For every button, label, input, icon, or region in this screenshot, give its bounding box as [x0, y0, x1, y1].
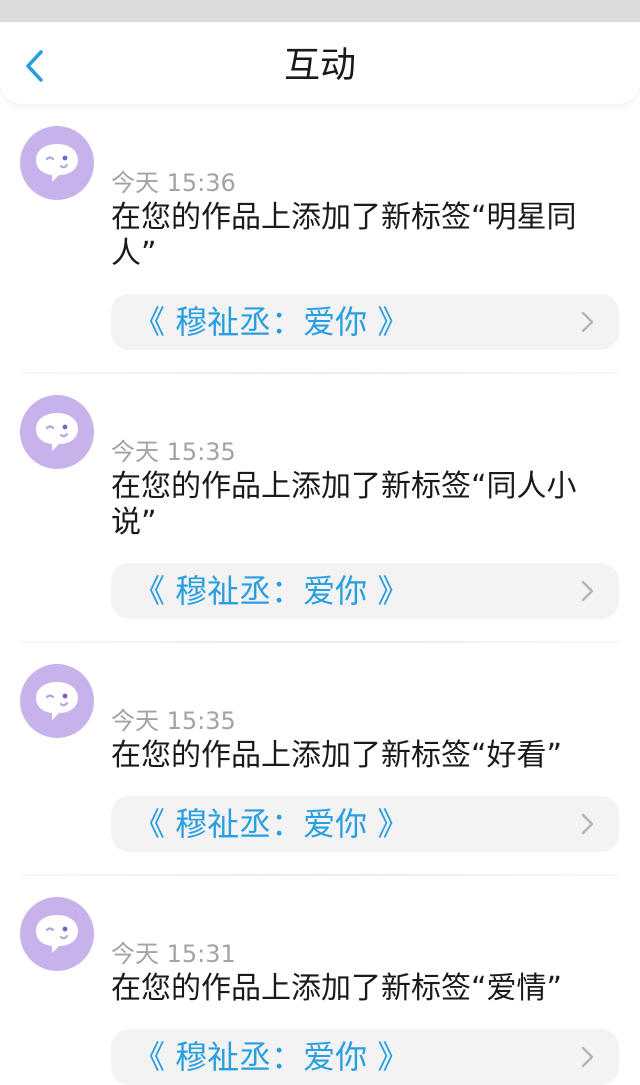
work-link-card[interactable]: 《 穆祉丞：爱你 》	[111, 1029, 619, 1085]
work-title: 《 穆祉丞：爱你 》	[133, 1038, 410, 1076]
message-text: 在您的作品上添加了新标签“爱情”	[111, 971, 563, 1006]
chevron-right-icon	[581, 813, 594, 835]
chat-bubble-face-icon	[36, 682, 78, 720]
work-link-card[interactable]: 《 穆祉丞：爱你 》	[111, 796, 619, 852]
work-link-card[interactable]: 《 穆祉丞：爱你 》	[111, 563, 619, 619]
page-title: 互动	[283, 45, 356, 86]
chat-bubble-face-icon	[36, 915, 78, 953]
chevron-right-icon	[581, 311, 594, 333]
chat-bubble-face-icon	[36, 413, 78, 451]
work-link-card[interactable]: 《 穆祉丞：爱你 》	[111, 294, 619, 350]
work-title: 《 穆祉丞：爱你 》	[133, 303, 410, 341]
message-text: 在您的作品上添加了新标签“明星同人”	[111, 200, 577, 271]
status-bar	[0, 0, 640, 22]
message-time: 今天 15:36	[111, 169, 236, 197]
divider	[20, 641, 620, 643]
message-text: 在您的作品上添加了新标签“好看”	[111, 738, 563, 773]
message-text: 在您的作品上添加了新标签“同人小说”	[111, 469, 577, 540]
chat-bubble-face-icon	[36, 144, 78, 182]
work-title: 《 穆祉丞：爱你 》	[133, 805, 410, 843]
message-time: 今天 15:31	[111, 940, 236, 968]
chevron-right-icon	[581, 1046, 594, 1068]
avatar[interactable]	[20, 126, 94, 200]
work-title: 《 穆祉丞：爱你 》	[133, 572, 410, 610]
message-time: 今天 15:35	[111, 438, 236, 466]
avatar[interactable]	[20, 897, 94, 971]
message-time: 今天 15:35	[111, 707, 236, 735]
top-bar: 互动	[0, 22, 640, 104]
divider	[20, 874, 620, 876]
avatar[interactable]	[20, 395, 94, 469]
chevron-right-icon	[581, 580, 594, 602]
divider	[20, 372, 620, 374]
avatar[interactable]	[20, 664, 94, 738]
